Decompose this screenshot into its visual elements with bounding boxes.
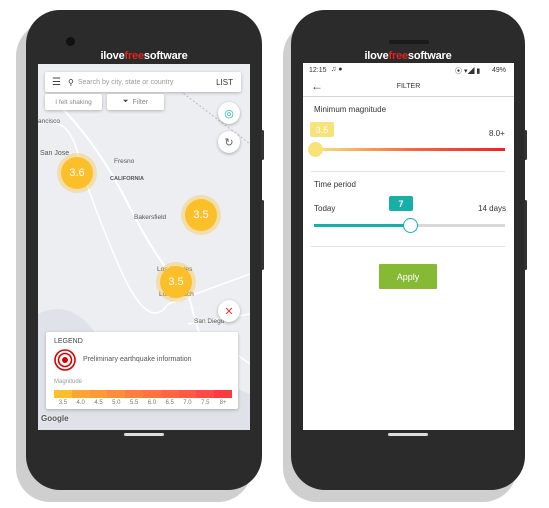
time-slider-thumb[interactable] xyxy=(402,218,418,233)
earthquake-cluster[interactable]: 3.5 xyxy=(185,199,217,231)
place-label: Fresno xyxy=(114,158,135,165)
scale-tick: 7.0 xyxy=(183,400,192,406)
magnitude-slider-track[interactable] xyxy=(315,148,505,151)
place-label: San Jose xyxy=(40,150,70,157)
filter-screen: 12:15 ♫ ● ⦿ ▾◢ ▮ 49% ← FILTER Minimum ma… xyxy=(303,63,514,430)
time-period-heading: Time period xyxy=(314,180,356,189)
scale-tick: 4.5 xyxy=(94,400,103,406)
scale-tick: 6.0 xyxy=(147,400,157,406)
legend-item: Preliminary earthquake information xyxy=(83,356,192,363)
time-min-label: Today xyxy=(314,204,336,213)
filter-label: Filter xyxy=(132,98,149,106)
magnitude-heading: Minimum magnitude xyxy=(314,105,387,114)
scale-tick: 4.0 xyxy=(76,400,85,406)
search-input[interactable]: Search by city, state or country xyxy=(78,79,216,86)
felt-shaking-button[interactable]: I felt shaking xyxy=(45,94,102,110)
scale-tick: 5.5 xyxy=(129,400,139,406)
time-value-badge: 7 xyxy=(389,196,413,211)
magnitude-label: Magnitude xyxy=(54,379,83,385)
side-button xyxy=(261,200,264,270)
scale-segment xyxy=(71,390,90,398)
home-bar xyxy=(388,433,428,436)
search-icon: ⚲ xyxy=(67,77,74,87)
legend-panel: LEGEND Preliminary earthquake informatio… xyxy=(46,332,238,409)
scale-segment xyxy=(160,390,179,398)
home-bar xyxy=(124,433,164,436)
time-max-label: 14 days xyxy=(478,204,507,213)
scale-segment xyxy=(125,390,143,398)
speaker xyxy=(389,40,429,44)
my-location-icon[interactable]: ◎ xyxy=(218,102,240,124)
refresh-icon[interactable]: ↻ xyxy=(218,131,240,153)
target-icon xyxy=(54,349,76,371)
place-label: ancisco xyxy=(38,118,61,125)
scale-tick: 7.5 xyxy=(201,400,210,406)
scale-segment xyxy=(107,390,126,398)
page-title: FILTER xyxy=(396,83,421,90)
menu-icon[interactable]: ☰ xyxy=(52,77,61,88)
map-screen[interactable]: ancisco San Jose Fresno CALIFORNIA Baker… xyxy=(38,64,250,430)
scale-tick: 5.0 xyxy=(112,400,121,406)
header-divider xyxy=(303,96,514,97)
earthquake-cluster[interactable]: 3.5 xyxy=(160,266,192,298)
place-label: CALIFORNIA xyxy=(110,176,144,182)
scale-tick: 3.5 xyxy=(58,400,68,406)
time-slider-fill xyxy=(314,224,410,227)
earthquake-cluster[interactable]: 3.6 xyxy=(61,157,93,189)
status-icons: ⦿ ▾◢ ▮ xyxy=(455,68,481,75)
place-label: San Diego xyxy=(194,318,225,325)
watermark: ilovefreesoftware xyxy=(100,50,188,62)
legend-title: LEGEND xyxy=(54,338,83,345)
watermark: ilovefreesoftware xyxy=(364,50,452,62)
scale-tick: 8+ xyxy=(219,400,227,406)
magnitude-slider-thumb[interactable] xyxy=(308,142,323,157)
scale-segment xyxy=(196,390,215,398)
filter-button[interactable]: ⏷ Filter xyxy=(107,94,164,110)
scale-segment xyxy=(214,390,232,398)
apply-button[interactable]: Apply xyxy=(379,264,437,289)
place-label: Bakersfield xyxy=(134,214,167,221)
list-button[interactable]: LIST xyxy=(216,78,233,87)
divider xyxy=(311,171,505,172)
search-bar[interactable]: ☰ ⚲ Search by city, state or country LIS… xyxy=(45,72,241,92)
scale-segment xyxy=(89,390,108,398)
magnitude-ticks: 3.5 4.0 4.5 5.0 5.5 6.0 6.5 7.0 7.5 8+ xyxy=(54,400,232,406)
google-attribution: Google xyxy=(41,414,69,423)
side-button xyxy=(261,130,264,160)
battery-percent: 49% xyxy=(492,67,507,74)
status-time: 12:15 xyxy=(309,67,327,74)
close-icon[interactable]: ✕ xyxy=(218,300,240,322)
divider xyxy=(311,246,505,247)
magnitude-max-label: 8.0+ xyxy=(489,129,505,138)
side-button xyxy=(524,130,527,160)
magnitude-scale xyxy=(54,390,232,398)
filter-icon: ⏷ xyxy=(122,98,129,105)
magnitude-value-badge: 3.5 xyxy=(310,122,334,137)
side-button xyxy=(524,200,527,270)
scale-segment xyxy=(178,390,197,398)
scale-segment xyxy=(54,390,72,398)
music-icon: ♫ ● xyxy=(331,66,343,73)
scale-segment xyxy=(142,390,161,398)
scale-tick: 6.5 xyxy=(165,400,174,406)
camera xyxy=(66,37,75,46)
